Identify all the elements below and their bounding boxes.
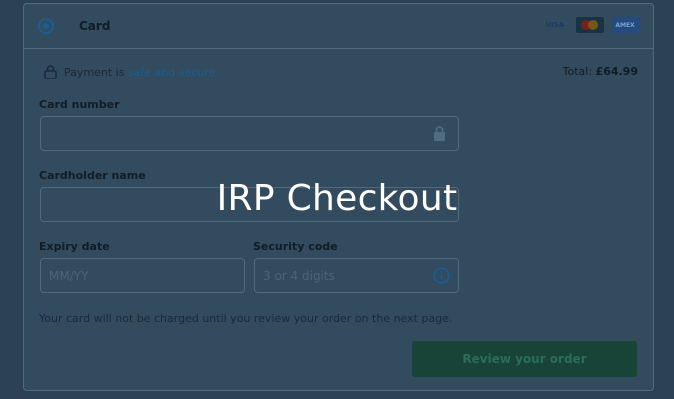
total-label: Total: — [562, 65, 593, 78]
review-order-button[interactable]: Review your order — [412, 341, 637, 377]
radio-selected-dot — [43, 23, 49, 29]
amex-logo-icon: AMEX — [611, 17, 639, 33]
charge-note: Your card will not be charged until you … — [39, 312, 453, 325]
card-number-field[interactable] — [40, 116, 459, 151]
secure-link[interactable]: safe and secure — [128, 66, 215, 79]
total-value: £64.99 — [595, 65, 638, 78]
card-brands: VISA AMEX — [541, 17, 639, 33]
security-code-label: Security code — [253, 240, 338, 253]
expiry-placeholder: MM/YY — [49, 268, 89, 283]
card-method-label: Card — [79, 19, 111, 33]
info-icon[interactable] — [433, 267, 450, 284]
card-number-label: Card number — [39, 98, 120, 111]
overlay-title: IRP Checkout — [216, 178, 458, 219]
secure-text: Payment is safe and secure — [64, 66, 215, 79]
order-total: Total: £64.99 — [563, 65, 638, 78]
visa-logo-icon: VISA — [545, 21, 565, 29]
expiry-date-label: Expiry date — [39, 240, 110, 253]
card-radio[interactable] — [38, 18, 54, 34]
mastercard-logo-icon — [576, 17, 604, 33]
secure-payment-row: Payment is safe and secure — [44, 65, 215, 79]
card-method-header[interactable]: Card VISA AMEX — [24, 4, 653, 49]
secure-prefix: Payment is — [64, 65, 125, 79]
security-code-field[interactable]: 3 or 4 digits — [254, 258, 459, 293]
lock-icon — [434, 126, 445, 141]
expiry-date-field[interactable]: MM/YY — [40, 258, 245, 293]
security-placeholder: 3 or 4 digits — [263, 268, 335, 283]
lock-icon — [44, 65, 57, 79]
